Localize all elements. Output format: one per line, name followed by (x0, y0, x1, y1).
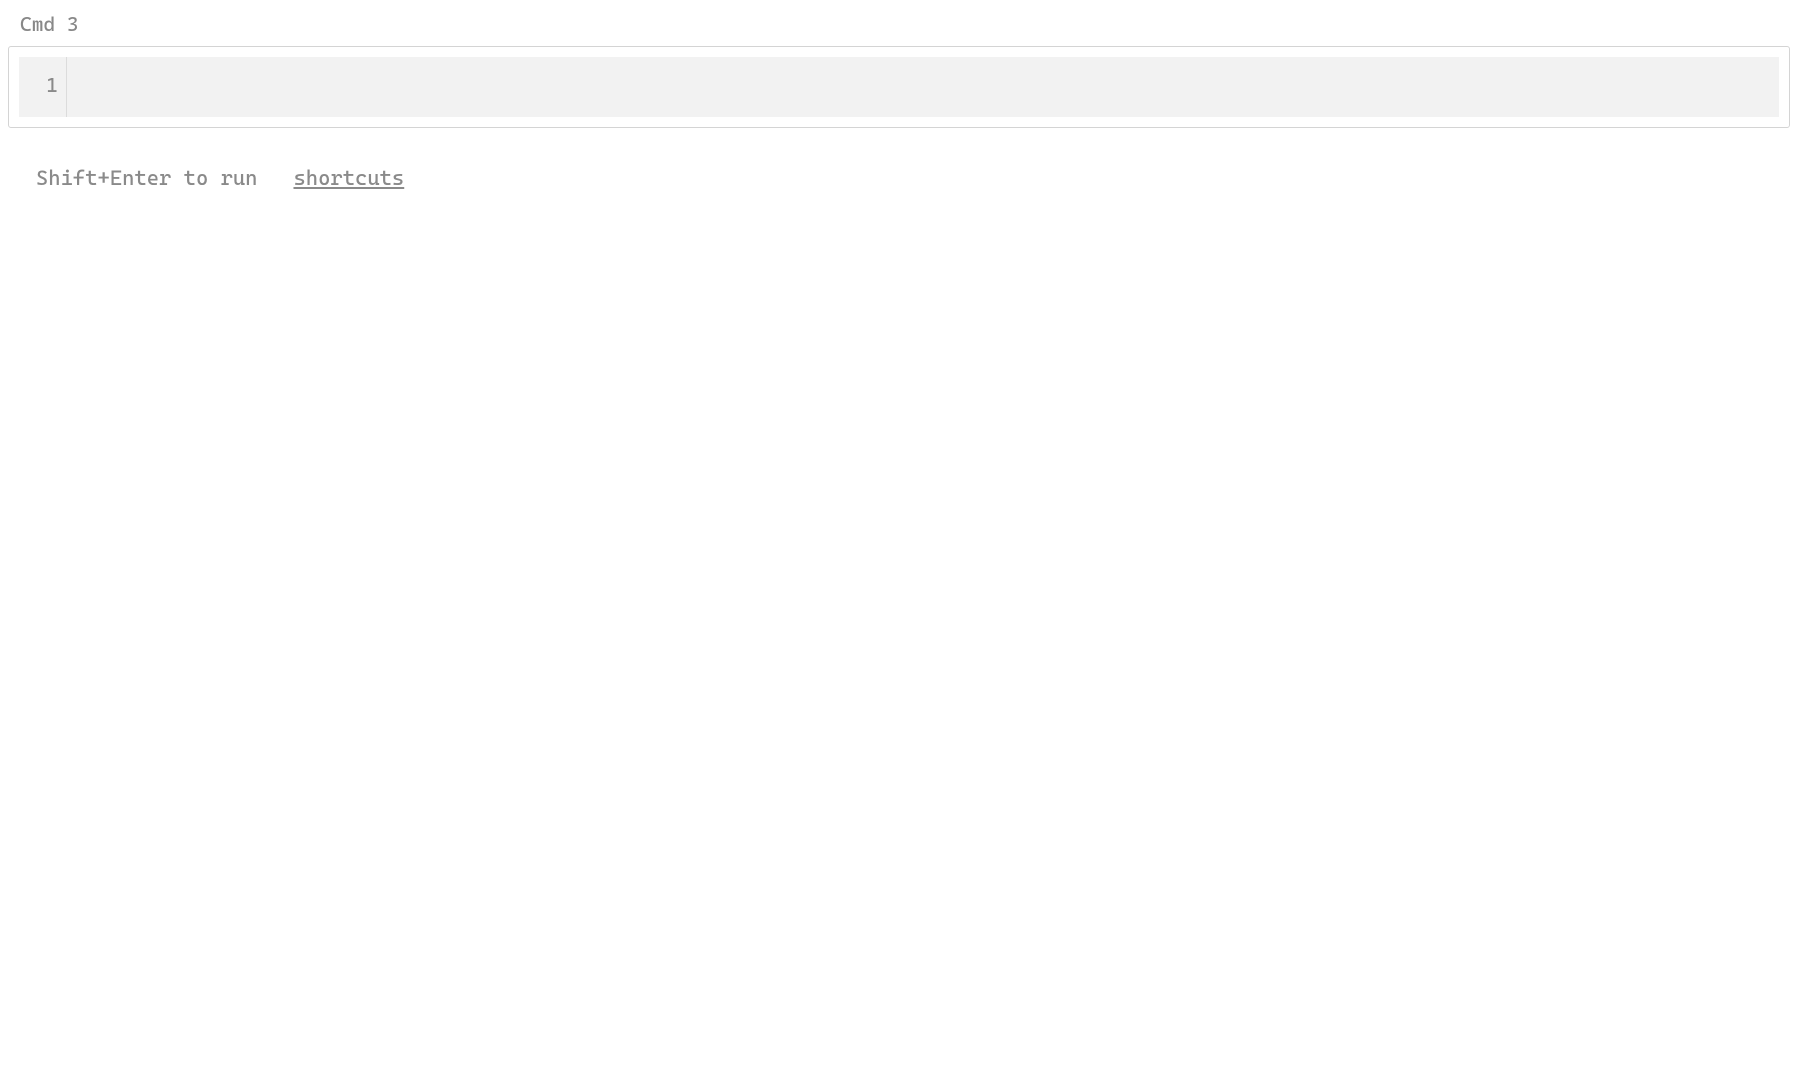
cell-label: Cmd 3 (0, 0, 1798, 42)
hints-row: Shift+Enter to run shortcuts (0, 128, 1798, 190)
line-number: 1 (19, 73, 58, 97)
code-area[interactable]: 1 (19, 57, 1779, 117)
run-hint: Shift+Enter to run (36, 166, 257, 190)
code-editor[interactable] (67, 57, 1779, 117)
line-number-gutter: 1 (19, 57, 67, 117)
shortcuts-link[interactable]: shortcuts (293, 166, 404, 190)
code-cell[interactable]: 1 (8, 46, 1790, 128)
